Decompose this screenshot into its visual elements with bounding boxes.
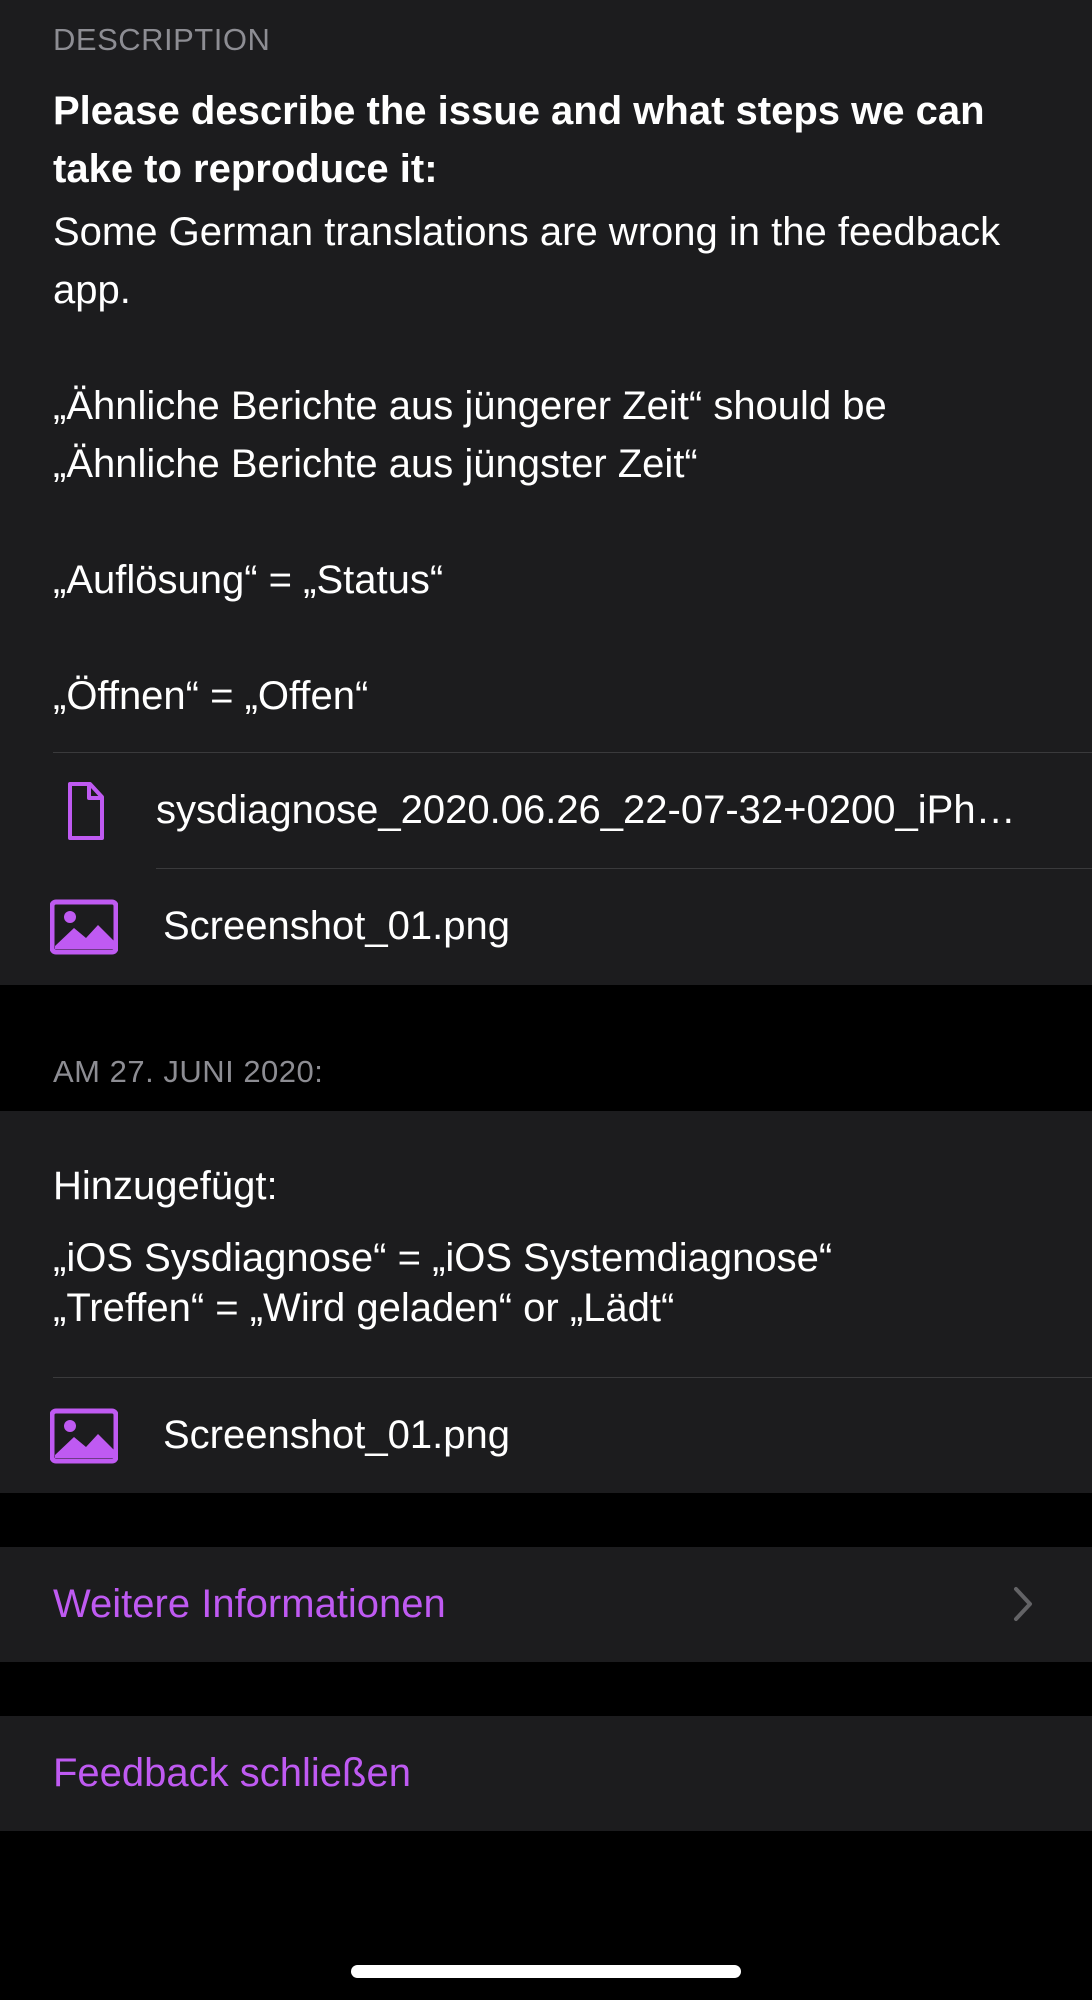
home-indicator[interactable]: [351, 1965, 741, 1978]
document-icon: [68, 782, 104, 840]
description-header: DESCRIPTION: [53, 22, 271, 57]
description-title: Please describe the issue and what steps…: [53, 89, 985, 191]
attachment-row-screenshot[interactable]: Screenshot_01.png: [0, 869, 1092, 984]
more-info-row[interactable]: Weitere Informationen: [0, 1547, 1092, 1662]
attachment-name: Screenshot_01.png: [163, 1413, 510, 1457]
attachment-name: sysdiagnose_2020.06.26_22-07-32+0200_iPh…: [156, 788, 1026, 832]
description-card: DESCRIPTION Please describe the issue an…: [0, 0, 1092, 985]
close-feedback-row[interactable]: Feedback schließen: [0, 1716, 1092, 1831]
description-body: Some German translations are wrong in th…: [53, 210, 1001, 718]
update-body: „iOS Sysdiagnose“ = „iOS Systemdiagnose“…: [53, 1236, 833, 1330]
update-title: Hinzugefügt:: [53, 1164, 278, 1208]
chevron-right-icon: [1014, 1587, 1032, 1621]
close-feedback-button[interactable]: Feedback schließen: [53, 1716, 411, 1831]
more-info-link[interactable]: Weitere Informationen: [53, 1547, 446, 1662]
attachment-row-sysdiagnose[interactable]: sysdiagnose_2020.06.26_22-07-32+0200_iPh…: [0, 753, 1092, 868]
attachment-name: Screenshot_01.png: [163, 904, 510, 948]
photo-icon: [50, 1408, 118, 1464]
update-date-header: AM 27. JUNI 2020:: [53, 1054, 324, 1089]
photo-icon: [50, 899, 118, 955]
update-card: Hinzugefügt: „iOS Sysdiagnose“ = „iOS Sy…: [0, 1111, 1092, 1493]
attachment-row-screenshot[interactable]: Screenshot_01.png: [0, 1378, 1092, 1493]
